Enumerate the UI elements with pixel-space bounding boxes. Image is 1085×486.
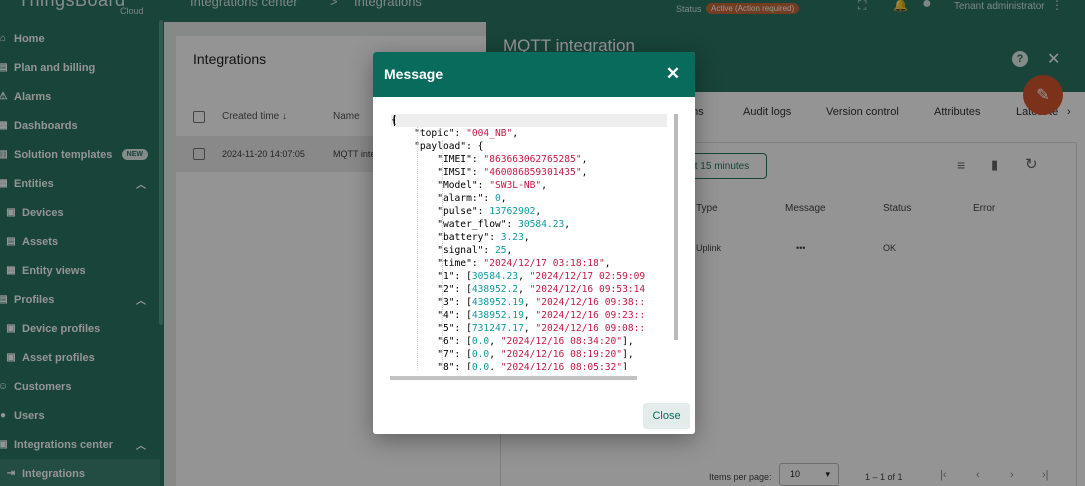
code-line: "time": "2024/12/17 03:18:18", xyxy=(391,257,667,270)
json-code-viewer[interactable]: { "topic": "004_NB", "payload": { "IMEI"… xyxy=(390,114,679,382)
code-token: "2": [ xyxy=(391,284,472,295)
code-line: "alarm:": 0, xyxy=(391,192,667,205)
code-token: "460086859301435" xyxy=(483,167,582,178)
code-token: "1": [ xyxy=(391,271,472,282)
vertical-scrollbar[interactable] xyxy=(674,114,678,340)
code-line: "water_flow": 30584.23, xyxy=(391,218,667,231)
text-cursor xyxy=(394,115,395,126)
code-token: , xyxy=(489,349,501,360)
code-token: "2024/12/16 08:34:20" xyxy=(500,336,623,347)
code-token: 30584.23 xyxy=(518,219,565,230)
dialog-header: Message ✕ xyxy=(373,52,695,97)
code-line: "battery": 3.23, xyxy=(391,231,667,244)
code-line: "2": [438952.2, "2024/12/16 09:53:14 xyxy=(391,283,667,296)
code-token: "4": [ xyxy=(391,310,472,321)
code-token: , xyxy=(489,362,501,370)
code-token: 731247.17 xyxy=(471,323,524,334)
code-line: "4": [438952.19, "2024/12/16 09:23:: xyxy=(391,309,667,322)
code-token: , xyxy=(518,284,530,295)
code-token: ], xyxy=(622,336,634,347)
code-token: 438952.19 xyxy=(471,297,524,308)
code-line: "6": [0.0, "2024/12/16 08:34:20"], xyxy=(391,335,667,348)
code-token: , xyxy=(523,310,536,321)
message-dialog: Message ✕ { "topic": "004_NB", "payload"… xyxy=(373,52,695,434)
code-token: "2024/12/16 09:38:: xyxy=(535,297,646,308)
code-token: "2024/12/17 02:59:09 xyxy=(529,271,646,282)
code-content: { "topic": "004_NB", "payload": { "IMEI"… xyxy=(391,114,667,370)
code-token: ], xyxy=(622,349,634,360)
code-token: "2024/12/16 08:05:32" xyxy=(500,362,623,370)
code-token: ] xyxy=(622,362,628,370)
code-token: "6": [ xyxy=(391,336,472,347)
code-line: "3": [438952.19, "2024/12/16 09:38:: xyxy=(391,296,667,309)
code-token: "863663062765285" xyxy=(483,154,582,165)
code-token: 25 xyxy=(494,245,507,256)
code-token: , xyxy=(541,180,547,191)
code-line: "7": [0.0, "2024/12/16 08:19:20"], xyxy=(391,348,667,361)
code-token: , xyxy=(489,336,501,347)
code-token: , xyxy=(506,245,513,256)
code-token: 3.23 xyxy=(500,232,524,243)
code-token: "IMSI": xyxy=(391,167,484,178)
code-line: "pulse": 13762902, xyxy=(391,205,667,218)
code-line: "IMSI": "460086859301435", xyxy=(391,166,667,179)
code-token: , xyxy=(564,219,571,230)
code-token: "004_NB" xyxy=(466,128,513,139)
code-token: "time": xyxy=(391,258,484,269)
code-token: "payload": { xyxy=(391,141,484,152)
code-token: "battery": xyxy=(391,232,501,243)
code-token: , xyxy=(523,297,536,308)
code-token: , xyxy=(581,167,588,178)
code-token: , xyxy=(604,258,611,269)
code-token: , xyxy=(523,323,536,334)
code-line: "topic": "004_NB", xyxy=(391,127,667,140)
code-token: "3": [ xyxy=(391,297,472,308)
code-token: "2024/12/16 09:08:: xyxy=(535,323,646,334)
code-token: "2024/12/16 09:23:: xyxy=(535,310,646,321)
close-icon[interactable]: ✕ xyxy=(663,63,683,85)
code-token: 0.0 xyxy=(471,336,490,347)
code-token: 30584.23 xyxy=(471,271,519,282)
code-token: 0.0 xyxy=(471,349,490,360)
code-line: "1": [30584.23, "2024/12/17 02:59:09 xyxy=(391,270,667,283)
code-token: , xyxy=(535,206,542,217)
code-token: "SW3L-NB" xyxy=(489,180,542,191)
code-token: 13762902 xyxy=(489,206,536,217)
code-line: "signal": 25, xyxy=(391,244,667,257)
code-token: "Model": xyxy=(391,180,490,191)
dialog-title: Message xyxy=(384,66,444,82)
code-token: "2024/12/16 08:19:20" xyxy=(500,349,623,360)
code-line: { xyxy=(391,114,667,127)
code-token: "IMEI": xyxy=(391,154,484,165)
code-token: "water_flow": xyxy=(391,219,519,230)
code-token: , xyxy=(512,128,519,139)
code-token: "5": [ xyxy=(391,323,472,334)
close-button[interactable]: Close xyxy=(643,403,690,429)
code-token: "7": [ xyxy=(391,349,472,360)
code-line: "5": [731247.17, "2024/12/16 09:08:: xyxy=(391,322,667,335)
code-token: 0.0 xyxy=(471,362,490,370)
code-token: "pulse": xyxy=(391,206,490,217)
code-token: , xyxy=(518,271,530,282)
code-token: "8": [ xyxy=(391,362,472,370)
indent-guide xyxy=(442,140,443,370)
horizontal-scrollbar[interactable] xyxy=(390,376,637,380)
code-line: "IMEI": "863663062765285", xyxy=(391,153,667,166)
code-token: "topic": xyxy=(391,128,467,139)
code-token: , xyxy=(500,193,507,204)
code-line: "payload": { xyxy=(391,140,667,153)
code-token: 438952.19 xyxy=(471,310,524,321)
code-token: , xyxy=(581,154,588,165)
code-token: 438952.2 xyxy=(471,284,519,295)
code-line: "Model": "SW3L-NB", xyxy=(391,179,667,192)
code-token: "2024/12/16 09:53:14 xyxy=(529,284,646,295)
code-line: "8": [0.0, "2024/12/16 08:05:32"] xyxy=(391,361,667,370)
indent-guide xyxy=(417,127,418,370)
code-token: "2024/12/17 03:18:18" xyxy=(483,258,605,269)
code-token: , xyxy=(523,232,530,243)
